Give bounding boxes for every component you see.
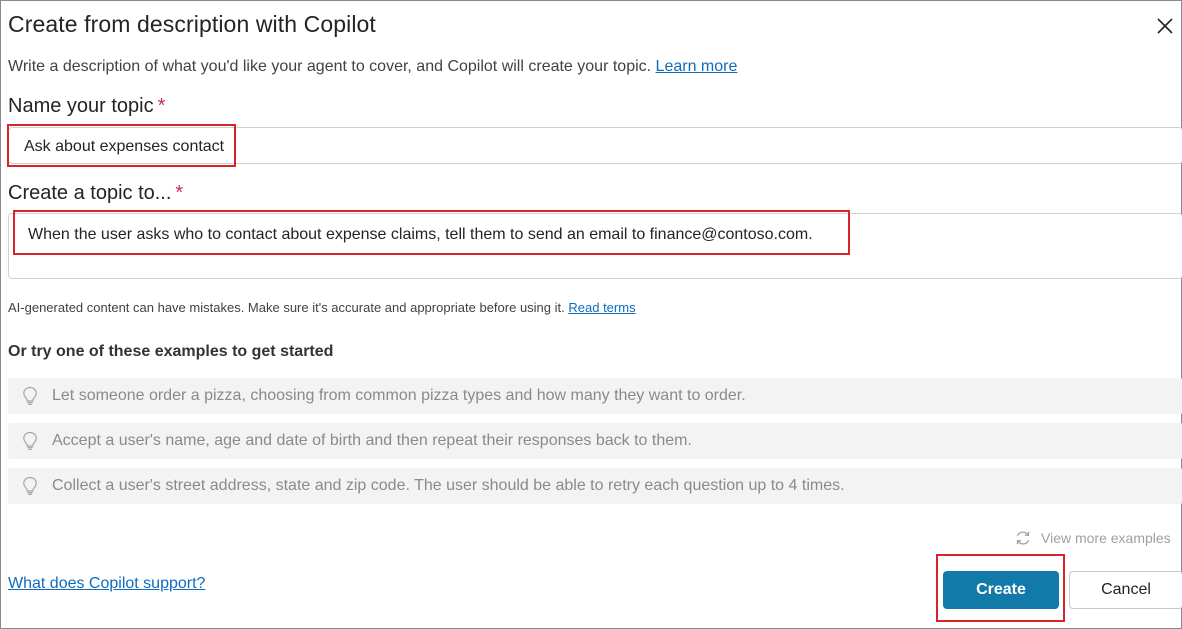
example-item[interactable]: Let someone order a pizza, choosing from… bbox=[8, 378, 1182, 414]
disclaimer-text: AI-generated content can have mistakes. … bbox=[8, 300, 565, 315]
topic-description-textarea[interactable]: When the user asks who to contact about … bbox=[8, 213, 1182, 279]
learn-more-link[interactable]: Learn more bbox=[656, 58, 738, 75]
example-text: Accept a user's name, age and date of bi… bbox=[52, 432, 692, 449]
name-topic-label: Name your topic * bbox=[8, 95, 165, 118]
dialog-description: Write a description of what you'd like y… bbox=[8, 58, 737, 76]
close-icon bbox=[1157, 18, 1173, 34]
view-more-label: View more examples bbox=[1041, 530, 1171, 546]
copilot-support-link[interactable]: What does Copilot support? bbox=[8, 575, 205, 593]
read-terms-link[interactable]: Read terms bbox=[568, 300, 635, 315]
lightbulb-icon bbox=[23, 431, 37, 450]
example-item[interactable]: Accept a user's name, age and date of bi… bbox=[8, 423, 1182, 459]
lightbulb-icon bbox=[23, 386, 37, 405]
examples-heading: Or try one of these examples to get star… bbox=[8, 343, 334, 360]
refresh-icon bbox=[1016, 531, 1030, 545]
create-topic-dialog: Create from description with Copilot Wri… bbox=[0, 0, 1182, 629]
example-text: Let someone order a pizza, choosing from… bbox=[52, 387, 746, 404]
view-more-examples-button[interactable]: View more examples bbox=[1014, 528, 1171, 548]
dialog-title: Create from description with Copilot bbox=[8, 11, 376, 37]
create-topic-label-text: Create a topic to... bbox=[8, 182, 172, 204]
topic-description-value: When the user asks who to contact about … bbox=[28, 226, 813, 243]
required-indicator: * bbox=[175, 182, 184, 204]
close-button[interactable] bbox=[1152, 13, 1178, 39]
example-item[interactable]: Collect a user's street address, state a… bbox=[8, 468, 1182, 504]
topic-name-value: Ask about expenses contact bbox=[24, 138, 225, 155]
topic-name-input[interactable]: Ask about expenses contact bbox=[8, 127, 1182, 164]
lightbulb-icon bbox=[23, 476, 37, 495]
cancel-button[interactable]: Cancel bbox=[1069, 571, 1182, 609]
create-topic-label: Create a topic to... * bbox=[8, 182, 183, 205]
required-indicator: * bbox=[157, 95, 166, 117]
create-button[interactable]: Create bbox=[943, 571, 1059, 609]
description-text: Write a description of what you'd like y… bbox=[8, 58, 652, 75]
ai-disclaimer: AI-generated content can have mistakes. … bbox=[8, 300, 636, 315]
name-topic-label-text: Name your topic bbox=[8, 95, 154, 117]
example-text: Collect a user's street address, state a… bbox=[52, 477, 845, 494]
